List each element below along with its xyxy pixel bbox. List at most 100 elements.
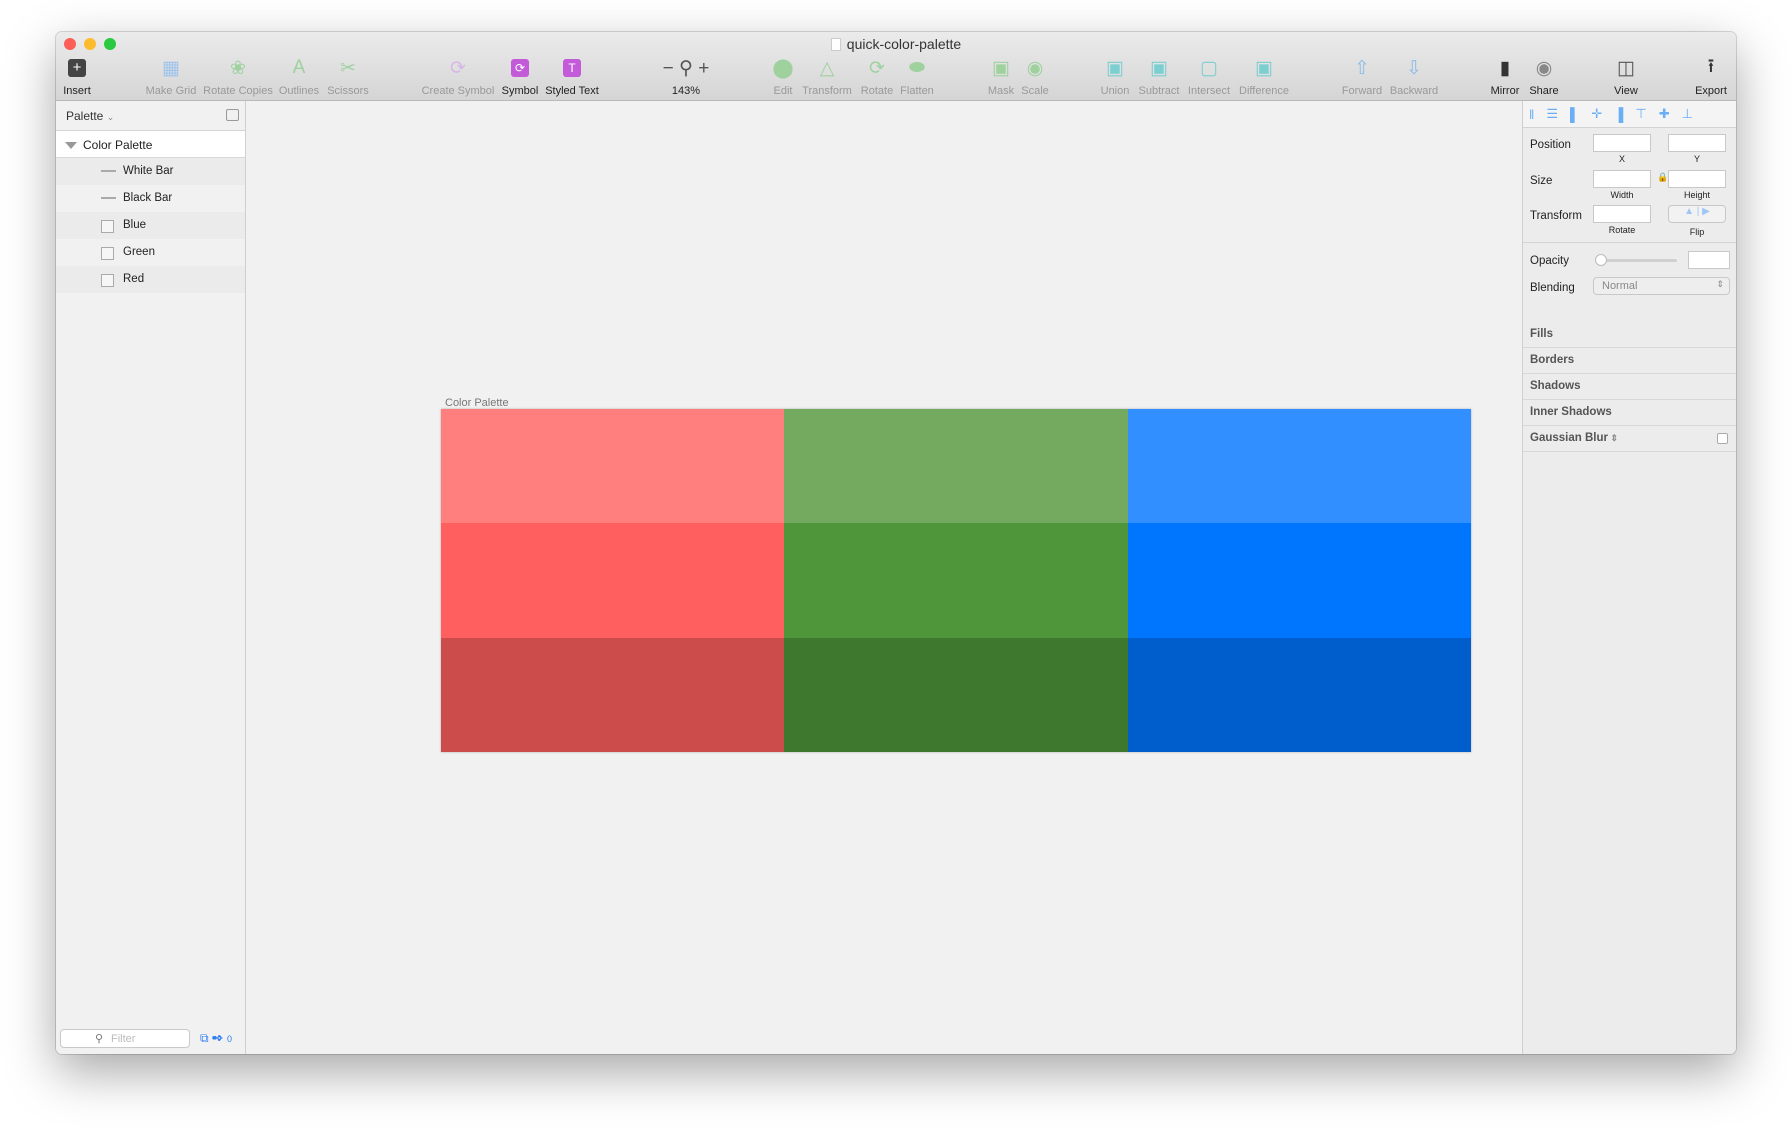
align-left-icon[interactable]: ▌ bbox=[1570, 107, 1579, 122]
window-title-text: quick-color-palette bbox=[846, 36, 962, 52]
section-title: Shadows bbox=[1530, 380, 1581, 392]
toolbar-label: Styled Text bbox=[545, 85, 599, 97]
group-name: Color Palette bbox=[83, 138, 153, 152]
toolbar-view-button[interactable]: ◫ View bbox=[1586, 56, 1666, 98]
filter-placeholder: Filter bbox=[111, 1033, 136, 1045]
toolbar-scale-button[interactable]: ◉ Scale bbox=[995, 56, 1075, 98]
color-swatch[interactable] bbox=[441, 409, 785, 524]
rectangle-layer-icon bbox=[101, 247, 114, 260]
backward-icon: ⇩ bbox=[1406, 57, 1422, 79]
inspector-panel: ‖ ☰ ▌ ✛ ▐ ⊤ ✚ ⊥ Position X Y Size Width 🔒 Hei… bbox=[1522, 101, 1736, 1054]
x-input[interactable] bbox=[1593, 134, 1651, 152]
toolbar-insert-button[interactable]: + Insert bbox=[56, 56, 117, 97]
color-swatch[interactable] bbox=[784, 409, 1128, 524]
toolbar-scissors-button[interactable]: ✂ Scissors bbox=[308, 56, 388, 98]
section-fills[interactable]: Fills bbox=[1523, 322, 1736, 348]
color-swatch[interactable] bbox=[784, 637, 1128, 752]
share-icon: ◉ bbox=[1535, 57, 1553, 79]
rectangle-layer-icon bbox=[101, 220, 114, 233]
toolbar-flatten-button[interactable]: ⬬ Flatten bbox=[877, 56, 957, 97]
opacity-input[interactable] bbox=[1688, 251, 1730, 269]
layer-group-color-palette[interactable]: Color Palette bbox=[56, 131, 245, 158]
opacity-slider[interactable] bbox=[1595, 254, 1677, 266]
toolbar-difference-button[interactable]: ▣ Difference bbox=[1224, 56, 1304, 98]
align-bottom-icon[interactable]: ⊥ bbox=[1682, 106, 1693, 122]
alignment-bar: ‖ ☰ ▌ ✛ ▐ ⊤ ✚ ⊥ bbox=[1523, 101, 1736, 128]
color-swatch[interactable] bbox=[784, 523, 1128, 638]
width-label: Width bbox=[1610, 190, 1634, 200]
align-center-icon[interactable]: ✛ bbox=[1591, 106, 1602, 122]
align-middle-icon[interactable]: ✚ bbox=[1659, 106, 1670, 122]
transform-label: Transform bbox=[1530, 210, 1582, 222]
layer-black-bar[interactable]: Black Bar bbox=[56, 185, 245, 212]
lock-icon[interactable]: 🔒 bbox=[1657, 172, 1668, 183]
color-swatch[interactable] bbox=[441, 637, 785, 752]
flip-horizontal-icon[interactable]: ▲ bbox=[1684, 206, 1694, 217]
section-shadows[interactable]: Shadows bbox=[1523, 374, 1736, 400]
align-top-icon[interactable]: ⊤ bbox=[1635, 106, 1646, 122]
document-icon bbox=[830, 38, 841, 51]
section-title: Gaussian Blur bbox=[1530, 432, 1608, 444]
toolbar-backward-button[interactable]: ⇩ Backward bbox=[1374, 56, 1454, 98]
zoom-icon: − ⚲ + bbox=[662, 57, 710, 79]
toolbar: quick-color-palette + Insert ▦ Make Grid ❀ Ro… bbox=[56, 32, 1736, 101]
opacity-slider-knob[interactable] bbox=[1595, 254, 1607, 266]
color-swatch[interactable] bbox=[441, 523, 785, 638]
toolbar-styled-text-button[interactable]: T Styled Text bbox=[532, 56, 612, 97]
section-gaussian-blur[interactable]: Gaussian Blur ⇕ bbox=[1523, 426, 1736, 452]
section-borders[interactable]: Borders bbox=[1523, 348, 1736, 374]
toolbar-share-button[interactable]: ◉ Share bbox=[1504, 56, 1584, 98]
layer-white-bar[interactable]: White Bar bbox=[56, 158, 245, 185]
blending-label: Blending bbox=[1530, 282, 1575, 294]
height-label: Height bbox=[1683, 190, 1710, 200]
artboard[interactable] bbox=[441, 409, 1471, 752]
difference-icon: ▣ bbox=[1255, 57, 1273, 79]
filter-input[interactable]: ⚲ Filter bbox=[60, 1029, 190, 1048]
width-input[interactable] bbox=[1593, 170, 1651, 188]
window-title: quick-color-palette bbox=[56, 36, 1736, 52]
artboard-label[interactable]: Color Palette bbox=[445, 397, 509, 409]
layer-name: White Bar bbox=[123, 165, 174, 177]
toolbar-export-button[interactable]: ⭱ Export bbox=[1671, 56, 1736, 97]
rotate-input[interactable] bbox=[1593, 205, 1651, 223]
flip-vertical-icon[interactable]: ▶ bbox=[1702, 206, 1710, 217]
section-title: Fills bbox=[1530, 328, 1554, 340]
layer-options-icon[interactable]: ⧉ ✒ 0 bbox=[200, 1031, 232, 1046]
distribute-horizontal-icon[interactable]: ‖ bbox=[1529, 107, 1534, 122]
y-label: Y bbox=[1693, 154, 1700, 164]
layer-red[interactable]: Red bbox=[56, 266, 245, 293]
toolbar-143--button[interactable]: − ⚲ + 143% bbox=[646, 56, 726, 98]
color-swatch[interactable] bbox=[1127, 523, 1471, 638]
section-title: Borders bbox=[1530, 354, 1575, 366]
line-layer-icon bbox=[101, 197, 116, 199]
color-swatch[interactable] bbox=[1127, 409, 1471, 524]
align-right-icon[interactable]: ▐ bbox=[1614, 107, 1623, 122]
color-swatch[interactable] bbox=[1127, 637, 1471, 752]
collapse-pages-icon[interactable] bbox=[226, 109, 239, 121]
layer-name: Green bbox=[123, 246, 155, 258]
rectangle-layer-icon bbox=[101, 274, 114, 287]
section-title: Inner Shadows bbox=[1530, 406, 1612, 418]
page-name: Palette bbox=[66, 109, 104, 123]
layer-blue[interactable]: Blue bbox=[56, 212, 245, 239]
y-input[interactable] bbox=[1668, 134, 1726, 152]
toolbar-label: Share bbox=[1529, 85, 1559, 97]
size-label: Size bbox=[1530, 175, 1553, 187]
flip-label: Flip bbox=[1689, 227, 1705, 237]
distribute-vertical-icon[interactable]: ☰ bbox=[1546, 106, 1558, 122]
toolbar-label: Scale bbox=[1021, 85, 1049, 97]
layer-name: Black Bar bbox=[123, 192, 173, 204]
line-layer-icon bbox=[101, 170, 116, 172]
flip-buttons[interactable]: ▲ | ▶ bbox=[1668, 205, 1726, 223]
page-selector[interactable]: Palette ⌄ bbox=[56, 101, 245, 131]
section-inner-shadows[interactable]: Inner Shadows bbox=[1523, 400, 1736, 426]
scale-icon: ◉ bbox=[1026, 57, 1044, 79]
height-input[interactable] bbox=[1668, 170, 1726, 188]
gaussian-blur-checkbox[interactable] bbox=[1717, 433, 1728, 444]
edit-count: 0 bbox=[226, 1034, 232, 1044]
blending-select[interactable]: Normal ⇕ bbox=[1593, 277, 1730, 295]
toolbar-label: Flatten bbox=[900, 85, 934, 97]
layer-green[interactable]: Green bbox=[56, 239, 245, 266]
toolbar-label: 143% bbox=[671, 85, 701, 97]
canvas[interactable]: Color Palette bbox=[246, 101, 1522, 1054]
